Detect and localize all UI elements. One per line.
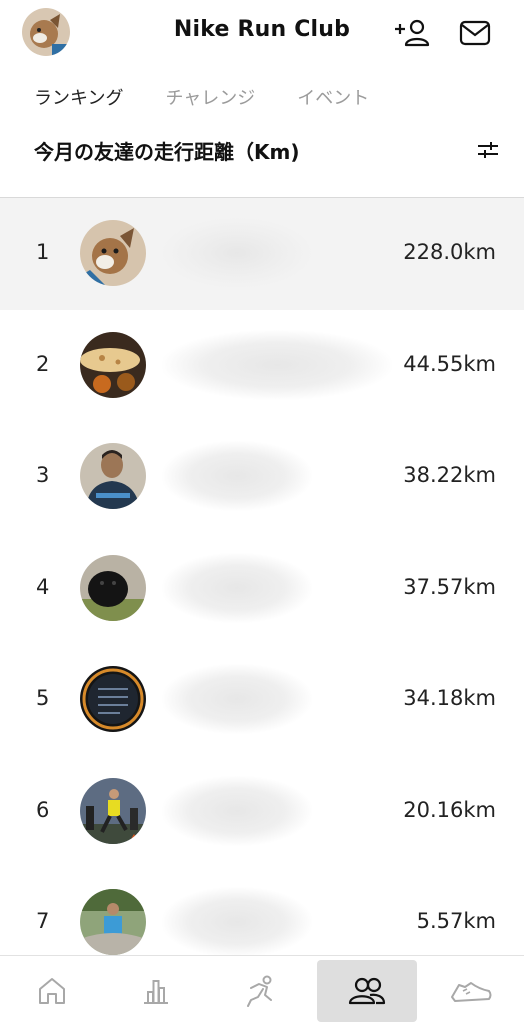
leaderboard-row[interactable]: 2 44.55km <box>0 309 524 421</box>
leaderboard-row[interactable]: 5 34.18km <box>0 644 524 756</box>
leaderboard-row[interactable]: 1 228.0km <box>0 198 524 310</box>
tab-challenge[interactable]: チャレンジ <box>165 84 255 112</box>
rank-number: 3 <box>36 463 50 487</box>
friend-name-blurred <box>162 552 312 623</box>
rank-number: 1 <box>36 240 50 264</box>
rank-number: 6 <box>36 797 50 822</box>
distance-value: 34.18km <box>403 686 496 710</box>
mail-icon <box>459 20 491 46</box>
tab-event[interactable]: イベント <box>297 84 369 112</box>
run-icon <box>247 975 272 1007</box>
leaderboard-row[interactable]: 3 38.22km <box>0 421 524 533</box>
leaderboard-row[interactable]: 6 20.16km <box>0 755 524 867</box>
distance-value: 228.0km <box>403 240 496 264</box>
watch-avatar <box>80 666 146 732</box>
runner-avatar <box>80 777 146 844</box>
friend-name-blurred <box>162 775 312 846</box>
tab-ranking[interactable]: ランキング <box>34 84 123 112</box>
friend-name-blurred <box>162 329 392 400</box>
tab-friends[interactable] <box>317 960 417 1022</box>
tab-bar: ランキング チャレンジ イベント <box>34 84 411 112</box>
friend-name-blurred <box>162 218 312 288</box>
leaderboard-row[interactable]: 4 37.57km <box>0 532 524 644</box>
outdoor-person-avatar <box>80 889 146 955</box>
distance-value: 37.57km <box>403 574 496 599</box>
person-avatar <box>80 443 146 509</box>
black-dog-avatar <box>80 554 146 621</box>
dog-avatar <box>80 220 146 286</box>
add-friend-button[interactable] <box>392 13 432 53</box>
inbox-button[interactable] <box>455 13 495 53</box>
bottom-tab-bar <box>0 955 524 1024</box>
app-title: Nike Run Club <box>173 17 351 42</box>
rank-number: 7 <box>36 909 50 933</box>
friend-name-blurred <box>162 887 312 957</box>
rank-number: 5 <box>36 686 50 710</box>
tab-shoes[interactable] <box>421 960 521 1022</box>
distance-value: 20.16km <box>403 797 496 822</box>
rank-number: 4 <box>36 574 50 599</box>
friend-name-blurred <box>162 441 312 511</box>
friends-icon <box>348 977 386 1005</box>
filter-sliders-icon <box>478 142 498 158</box>
add-friend-icon <box>395 19 430 47</box>
leaderboard-list: 1 228.0km 2 44.55km 3 38.22km 4 37.57km … <box>0 198 524 979</box>
activity-chart-icon <box>144 980 168 1004</box>
food-avatar <box>80 331 146 398</box>
header: Nike Run Club <box>0 0 524 70</box>
section-title: 今月の友達の走行距離（Km) <box>34 140 300 164</box>
distance-value: 5.57km <box>416 909 496 933</box>
shoe-icon <box>451 982 492 1002</box>
rank-number: 2 <box>36 351 50 376</box>
friend-name-blurred <box>162 664 312 734</box>
home-icon <box>39 978 65 1004</box>
tab-activity[interactable] <box>106 960 206 1022</box>
filter-button[interactable] <box>470 132 506 168</box>
tab-run[interactable] <box>211 960 311 1022</box>
distance-value: 44.55km <box>403 351 496 376</box>
distance-value: 38.22km <box>403 463 496 487</box>
tab-home[interactable] <box>2 960 102 1022</box>
